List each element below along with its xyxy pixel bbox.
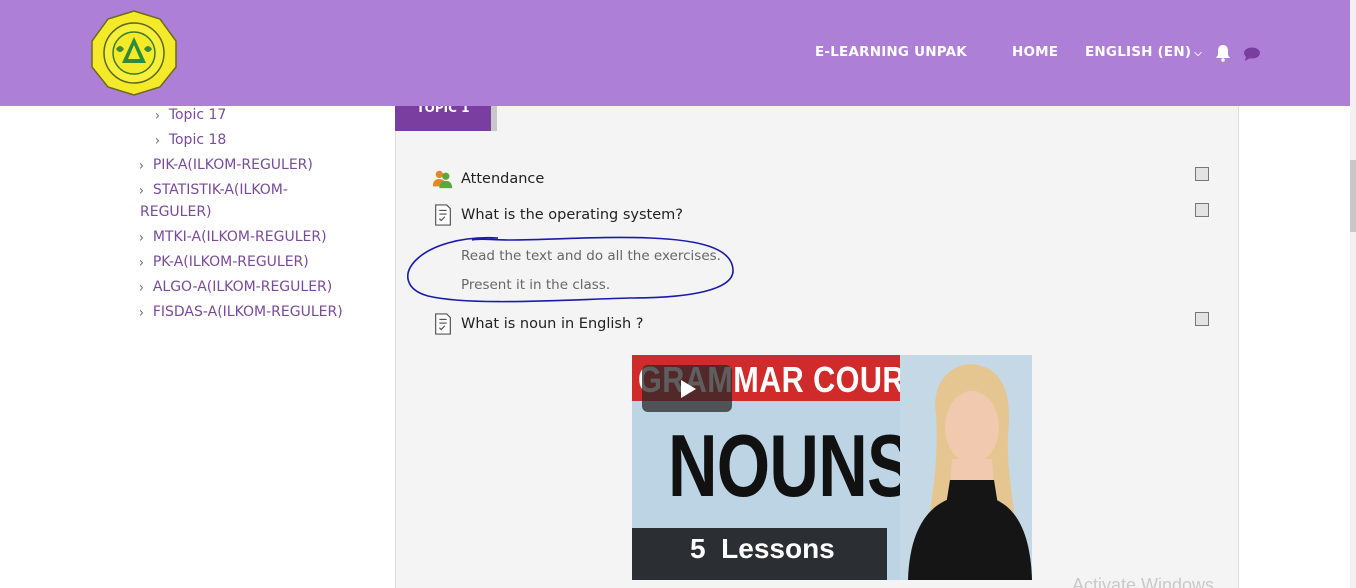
top-navbar: E-LEARNING UNPAK HOME ENGLISH (EN) ⌵ [0, 0, 1350, 106]
sidebar-item-label: Topic 17 [168, 107, 227, 123]
sidebar-item-label: PK-A(ILKOM-REGULER) [152, 254, 309, 270]
page-scrollbar[interactable] [1350, 0, 1356, 588]
sidebar-item-statistik-a[interactable]: › STATISTIK-A(ILKOM- [139, 179, 288, 201]
play-button[interactable] [642, 365, 732, 412]
sidebar-item-mtki-a[interactable]: › MTKI-A(ILKOM-REGULER) [139, 226, 327, 248]
activity-label[interactable]: What is noun in English ? [461, 316, 643, 332]
chevron-right-icon: › [139, 303, 144, 321]
activity-attendance[interactable]: Attendance [432, 167, 544, 191]
attendance-icon [432, 170, 453, 189]
chevron-right-icon: › [139, 156, 144, 174]
hand-drawn-circle-annotation [407, 236, 734, 303]
video-title-text: NOUNS [668, 416, 913, 515]
chevron-right-icon: › [139, 253, 144, 271]
sidebar-item-label: REGULER) [140, 204, 212, 220]
activity-label[interactable]: Attendance [461, 171, 544, 187]
brand-link[interactable]: E-LEARNING UNPAK [815, 44, 967, 60]
video-lessons-text: 5 Lessons [690, 533, 835, 565]
sidebar-item-pik-a[interactable]: › PIK-A(ILKOM-REGULER) [139, 154, 313, 176]
video-thumbnail[interactable]: GRAMMAR COURSE NOUNS 5 Lessons [632, 355, 1032, 580]
tab-shadow [491, 106, 497, 131]
sidebar-item-topic-18[interactable]: › Topic 18 [155, 129, 226, 151]
sidebar-item-topic-17[interactable]: › Topic 17 [155, 104, 226, 126]
activity-label[interactable]: What is the operating system? [461, 207, 683, 223]
university-seal-logo[interactable] [90, 9, 178, 97]
completion-checkbox[interactable] [1195, 167, 1209, 181]
lessons-word: Lessons [721, 533, 835, 564]
assignment-icon [435, 204, 451, 226]
sidebar-item-label: MTKI-A(ILKOM-REGULER) [152, 229, 327, 245]
sidebar-item-label: FISDAS-A(ILKOM-REGULER) [152, 304, 343, 320]
language-label: ENGLISH (EN) [1085, 44, 1192, 60]
presenter-image [900, 355, 1032, 580]
chevron-right-icon: › [139, 228, 144, 246]
chat-icon[interactable] [1243, 46, 1261, 62]
completion-checkbox[interactable] [1195, 312, 1209, 326]
sidebar-item-label: ALGO-A(ILKOM-REGULER) [152, 279, 333, 295]
sidebar-item-fisdas-a[interactable]: › FISDAS-A(ILKOM-REGULER) [139, 301, 343, 323]
assignment-icon [435, 313, 451, 335]
chevron-right-icon: › [155, 131, 160, 149]
activate-windows-watermark: Activate Windows [1072, 575, 1215, 588]
sidebar-item-label: PIK-A(ILKOM-REGULER) [152, 157, 313, 173]
sidebar-item-label: STATISTIK-A(ILKOM- [152, 182, 288, 198]
bell-icon[interactable] [1214, 44, 1232, 62]
sidebar-item-label: Topic 18 [168, 132, 227, 148]
language-menu[interactable]: ENGLISH (EN) ⌵ [1085, 44, 1202, 60]
scrollbar-thumb[interactable] [1350, 160, 1356, 232]
sidebar-item-pk-a[interactable]: › PK-A(ILKOM-REGULER) [139, 251, 309, 273]
sidebar-item-algo-a[interactable]: › ALGO-A(ILKOM-REGULER) [139, 276, 332, 298]
activity-noun-in-english[interactable]: What is noun in English ? [432, 312, 643, 336]
completion-checkbox[interactable] [1195, 203, 1209, 217]
chevron-right-icon: › [139, 278, 144, 296]
lessons-number: 5 [690, 533, 706, 564]
home-link[interactable]: HOME [1012, 44, 1058, 60]
chevron-right-icon: › [139, 181, 144, 199]
activity-operating-system[interactable]: What is the operating system? [432, 203, 683, 227]
sidebar-item-statistik-a-cont[interactable]: REGULER) [140, 201, 212, 223]
chevron-down-icon: ⌵ [1194, 48, 1202, 59]
